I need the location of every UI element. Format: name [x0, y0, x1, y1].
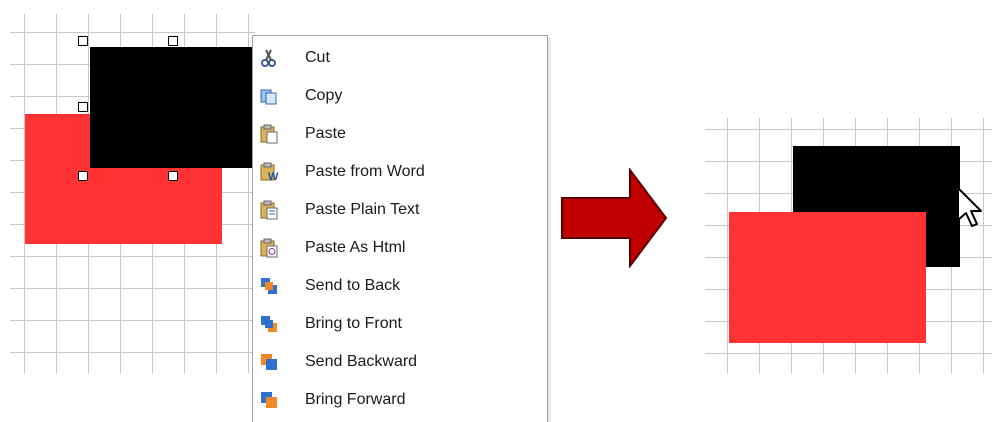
menu-item-bring-forward[interactable]: Bring Forward: [253, 382, 545, 418]
resize-handle-top-left[interactable]: [78, 36, 88, 46]
mouse-pointer-icon: [957, 187, 982, 227]
menu-item-copy[interactable]: Copy: [253, 78, 545, 114]
menu-item-send-to-back[interactable]: Send to Back: [253, 268, 545, 304]
paste-text-icon: [260, 200, 278, 220]
resize-handle-bottom-left[interactable]: [78, 171, 88, 181]
menu-item-label: Paste from Word: [305, 163, 425, 180]
resize-handle-top-middle[interactable]: [168, 36, 178, 46]
menu-item-label: Paste: [305, 125, 346, 142]
copy-icon: [260, 89, 277, 105]
resize-handle-bottom-middle[interactable]: [168, 171, 178, 181]
menu-item-paste[interactable]: Paste: [253, 116, 545, 152]
menu-item-paste-as-html[interactable]: Paste As Html: [253, 230, 545, 266]
menu-item-paste-plain-text[interactable]: Paste Plain Text: [253, 192, 545, 228]
resize-handle-middle-left[interactable]: [78, 102, 88, 112]
menu-item-label: Cut: [305, 49, 330, 66]
paste-icon: [260, 124, 278, 144]
context-menu: Cut Copy Paste W Paste from Word Paste P…: [252, 35, 548, 422]
menu-item-label: Bring Forward: [305, 391, 406, 408]
menu-item-bring-to-front[interactable]: Bring to Front: [253, 306, 545, 342]
paste-html-icon: [260, 238, 278, 258]
menu-item-paste-from-word[interactable]: W Paste from Word: [253, 154, 545, 190]
menu-item-label: Copy: [305, 87, 343, 104]
menu-item-label: Send Backward: [305, 353, 418, 370]
right-arrow-icon: [561, 168, 668, 268]
send-to-back-icon: [261, 278, 277, 294]
bring-forward-icon: [261, 392, 277, 408]
scissors-icon: [261, 49, 276, 67]
svg-text:W: W: [268, 171, 279, 182]
menu-item-cut[interactable]: Cut: [253, 40, 545, 76]
menu-item-label: Paste As Html: [305, 239, 406, 256]
menu-item-label: Send to Back: [305, 277, 401, 294]
menu-item-label: Bring to Front: [305, 315, 402, 332]
menu-item-label: Paste Plain Text: [305, 201, 420, 218]
black-rectangle-shape-selected[interactable]: [90, 47, 260, 168]
paste-word-icon: W: [260, 162, 279, 182]
send-backward-icon: [261, 354, 277, 370]
red-rectangle-shape[interactable]: [729, 212, 926, 343]
menu-item-send-backward[interactable]: Send Backward: [253, 344, 545, 380]
bring-to-front-icon: [261, 316, 277, 332]
